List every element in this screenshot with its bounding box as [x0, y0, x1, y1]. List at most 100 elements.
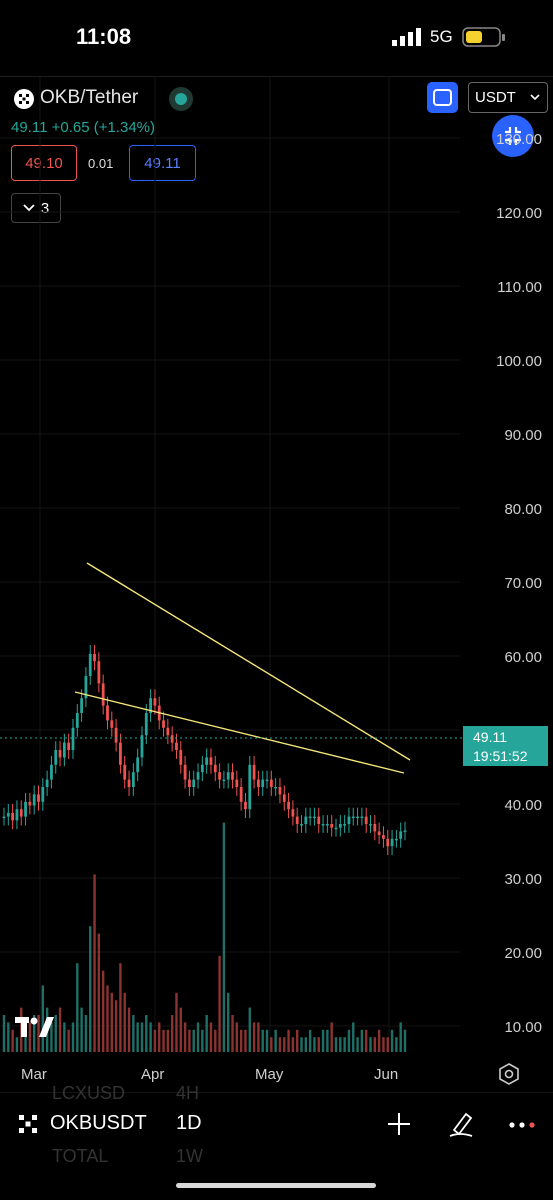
candle-body	[196, 772, 200, 780]
volume-bar	[67, 1029, 70, 1052]
candle-body	[222, 779, 226, 782]
volume-bar	[382, 1037, 385, 1052]
candle-body	[213, 764, 217, 773]
add-icon[interactable]	[386, 1111, 412, 1137]
volume-bar	[196, 1022, 200, 1052]
signal-bars-icon	[392, 28, 421, 46]
volume-bar	[132, 1015, 135, 1052]
volume-bar	[11, 1029, 14, 1052]
pen-drawing-icon[interactable]	[446, 1108, 476, 1138]
volume-bar	[93, 874, 96, 1052]
candle-body	[261, 779, 265, 787]
last-price-label: 49.11 19:51:52	[463, 726, 548, 766]
volume-bar	[244, 1029, 247, 1052]
volume-bar	[140, 1022, 144, 1052]
candle-body	[287, 801, 290, 810]
candle-body	[188, 779, 191, 787]
candle-body	[11, 812, 15, 821]
volume-bar	[145, 1015, 148, 1052]
more-options-icon[interactable]	[508, 1118, 536, 1132]
volume-bar	[377, 1029, 381, 1052]
candle-body	[106, 705, 109, 721]
candle-body	[6, 812, 10, 817]
volume-bar	[166, 1029, 170, 1052]
candle-body	[386, 838, 390, 847]
candle-body	[373, 824, 377, 832]
candle-body	[88, 653, 92, 676]
candle-body	[140, 735, 144, 758]
volume-bar	[175, 992, 178, 1052]
volume-bar	[127, 1007, 131, 1052]
volume-bar	[300, 1037, 303, 1052]
candle-body	[356, 816, 359, 819]
battery-icon	[462, 27, 505, 47]
x-tick-label: May	[255, 1066, 284, 1083]
candle-body	[114, 727, 118, 743]
volume-bar	[334, 1037, 338, 1052]
status-time: 11:08	[76, 24, 132, 49]
candle-body	[403, 830, 407, 833]
candle-body	[62, 742, 66, 758]
volume-bar	[308, 1029, 312, 1052]
candle-body	[282, 794, 286, 802]
candle-body	[351, 816, 355, 819]
candle-body	[343, 824, 347, 826]
volume-bar	[326, 1029, 329, 1052]
candle-body	[45, 779, 49, 787]
volume-bar	[352, 1022, 355, 1052]
volume-bar	[7, 1022, 10, 1052]
interval-button[interactable]: 1D	[176, 1112, 202, 1135]
candle-body	[235, 779, 239, 787]
candle-body	[334, 827, 338, 830]
symbol-button[interactable]: OKBUSDT	[50, 1112, 147, 1135]
y-tick-label: 120.00	[496, 205, 542, 222]
volume-bar	[149, 1022, 152, 1052]
volume-bar	[63, 1022, 66, 1052]
volume-bar	[257, 1022, 260, 1052]
candle-body	[244, 801, 247, 810]
volume-bar	[278, 1037, 282, 1052]
candle-body	[300, 824, 303, 826]
bar-countdown: 19:51:52	[473, 748, 528, 764]
candle-body	[80, 698, 84, 713]
candle-body	[394, 838, 398, 841]
candle-body	[41, 787, 45, 802]
candle-body	[325, 824, 329, 826]
candle-body	[360, 816, 364, 819]
candle-body	[209, 757, 213, 765]
y-tick-label: 10.00	[504, 1019, 542, 1036]
volume-bar	[399, 1022, 402, 1052]
candle-body	[295, 816, 299, 824]
candle-body	[153, 698, 157, 706]
volume-bar	[192, 1029, 195, 1052]
volume-bar	[58, 1007, 62, 1052]
candle-body	[205, 757, 209, 765]
candle-body	[308, 816, 312, 819]
volume-bar	[205, 1015, 208, 1052]
candle-body	[131, 772, 135, 787]
volume-bar	[265, 1029, 269, 1052]
volume-bar	[136, 1022, 139, 1052]
x-tick-label: Mar	[21, 1066, 47, 1083]
candle-body	[347, 816, 351, 824]
volume-bar	[274, 1029, 277, 1052]
candle-body	[200, 764, 204, 773]
ghost-total: TOTAL	[52, 1146, 109, 1166]
candle-body	[399, 831, 403, 839]
candle-body	[19, 809, 23, 817]
volume-bar	[84, 1015, 88, 1052]
price-chart[interactable]	[0, 77, 553, 1087]
volume-bar	[89, 926, 92, 1052]
candle-body	[123, 764, 127, 780]
volume-bar	[214, 1029, 217, 1052]
volume-bar	[403, 1029, 407, 1052]
candle-body	[119, 742, 122, 765]
volume-bar	[162, 1029, 165, 1052]
volume-bar	[356, 1037, 359, 1052]
candle-body	[71, 727, 75, 750]
y-tick-label: 130.00	[496, 131, 542, 148]
volume-bar	[119, 963, 122, 1052]
settings-icon[interactable]	[497, 1062, 521, 1086]
candle-body	[75, 713, 79, 728]
y-tick-label: 80.00	[504, 501, 542, 518]
